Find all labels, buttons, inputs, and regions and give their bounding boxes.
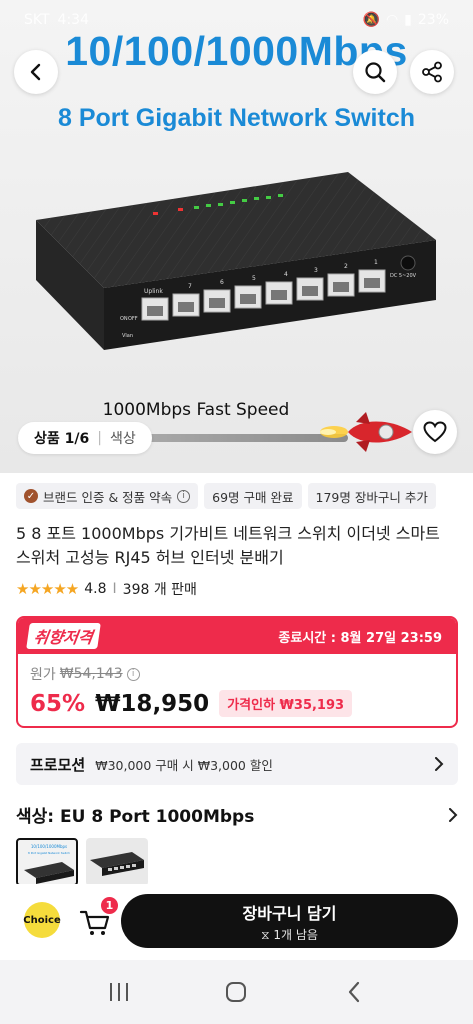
svg-text:1: 1 xyxy=(374,259,378,266)
original-price-row: 원가 ₩54,143 i xyxy=(30,664,444,684)
promotion-row[interactable]: 프로모션 ₩30,000 구매 시 ₩3,000 할인 xyxy=(16,743,458,785)
svg-text:4: 4 xyxy=(284,271,288,278)
star-rating-icon: ★★★★★ xyxy=(16,580,79,598)
original-price-label: 원가 xyxy=(30,667,56,683)
rating-separator: I xyxy=(112,581,117,597)
back-button[interactable] xyxy=(14,50,58,94)
brand-tag-label: 브랜드 인증 & 정품 약속 xyxy=(43,489,173,505)
promotion-label: 프로모션 xyxy=(30,755,86,774)
home-icon xyxy=(226,982,247,1002)
svg-text:5: 5 xyxy=(252,275,256,282)
add-to-cart-label: 장바구니 담기 xyxy=(242,903,337,923)
rating-row[interactable]: ★★★★★ 4.8 I 398 개 판매 xyxy=(16,579,197,599)
svg-text:Uplink: Uplink xyxy=(144,288,163,295)
search-icon xyxy=(365,62,386,83)
price-drop-badge: 가격인하 ₩35,193 xyxy=(219,690,353,717)
product-image[interactable]: SKT 4:34 🔕 ◠ ▮ 23% 10/100/1000Mbps 8 Por… xyxy=(0,0,473,473)
deal-badge: 취향저격 xyxy=(26,623,101,649)
wifi-icon: ◠ xyxy=(385,12,399,28)
deal-header: 취향저격 종료시간 : 8월 27일 23:59 xyxy=(18,618,456,654)
deal-end-time: 종료시간 : 8월 27일 23:59 xyxy=(278,630,442,646)
cart-count-label: 179명 장바구니 추가 xyxy=(315,489,428,505)
carrier: SKT xyxy=(24,12,50,28)
svg-text:OFF: OFF xyxy=(128,316,138,322)
share-icon xyxy=(422,61,442,83)
battery-level: 23% xyxy=(417,12,449,28)
mute-icon: 🔕 xyxy=(362,12,380,28)
color-option-1[interactable]: 10/100/1000Mbps 8 Port Gigabit Network S… xyxy=(16,838,78,886)
cart-badge: 1 xyxy=(100,896,119,915)
system-back-button[interactable] xyxy=(334,972,374,1012)
choice-badge[interactable]: Choice xyxy=(23,902,61,938)
home-button[interactable] xyxy=(216,972,256,1012)
color-label: 색상: EU 8 Port 1000Mbps xyxy=(16,807,255,827)
stock-remaining: ⧖ 1개 남음 xyxy=(261,927,318,942)
banner-subtitle: 8 Port Gigabit Network Switch xyxy=(58,104,415,132)
color-selector[interactable]: 색상: EU 8 Port 1000Mbps xyxy=(16,802,458,827)
rocket-icon xyxy=(320,412,412,452)
chevron-left-icon xyxy=(30,63,41,81)
recent-apps-icon xyxy=(109,983,128,1001)
cart-count-tag: 179명 장바구니 추가 xyxy=(307,483,436,509)
wishlist-button[interactable] xyxy=(413,410,457,454)
switch-thumbnail: 10/100/1000Mbps 8 Port Gigabit Network S… xyxy=(24,844,74,884)
info-icon[interactable]: i xyxy=(126,667,140,681)
svg-text:7: 7 xyxy=(188,283,192,290)
color-options: 10/100/1000Mbps 8 Port Gigabit Network S… xyxy=(16,838,148,886)
bottom-action-bar: Choice 1 장바구니 담기 ⧖ 1개 남음 xyxy=(0,884,473,960)
purchased-count-tag: 69명 구매 완료 xyxy=(204,483,302,509)
sale-price: ₩18,950 xyxy=(95,690,210,717)
chevron-right-icon xyxy=(449,807,458,822)
purchased-count-label: 69명 구매 완료 xyxy=(212,489,294,505)
pager-value: 색상 xyxy=(109,431,136,447)
promotion-text: ₩30,000 구매 시 ₩3,000 할인 xyxy=(95,757,273,773)
switch-illustration: Uplink DC 5~20V ON OFF Vlan 7 6 5 4 3 2 … xyxy=(36,172,436,350)
product-tags: ✓ 브랜드 인증 & 정품 약속 i 69명 구매 완료 179명 장바구니 추… xyxy=(16,483,436,509)
image-pager[interactable]: 상품 1/6 | 색상 xyxy=(18,422,152,454)
svg-text:ON: ON xyxy=(120,316,128,322)
svg-text:3: 3 xyxy=(314,267,318,274)
hourglass-icon: ⧖ xyxy=(261,927,270,942)
back-arrow-icon xyxy=(349,981,360,1003)
brand-certified-tag[interactable]: ✓ 브랜드 인증 & 정품 약속 i xyxy=(16,483,199,509)
system-nav-bar xyxy=(0,960,473,1024)
rating-value: 4.8 xyxy=(84,581,107,597)
svg-text:2: 2 xyxy=(344,263,348,270)
svg-text:6: 6 xyxy=(220,279,224,286)
share-button[interactable] xyxy=(410,50,454,94)
deal-box: 취향저격 종료시간 : 8월 27일 23:59 원가 ₩54,143 i 65… xyxy=(16,616,458,728)
pager-separator: | xyxy=(97,430,102,446)
heart-icon xyxy=(423,421,447,443)
info-icon: i xyxy=(177,489,191,503)
switch-thumbnail xyxy=(90,852,144,876)
svg-text:DC 5~20V: DC 5~20V xyxy=(390,273,417,279)
product-title: 5 8 포트 1000Mbps 기가비트 네트워크 스위치 이더넷 스마트 스위… xyxy=(16,524,440,567)
chevron-right-icon xyxy=(435,757,444,771)
original-price: ₩54,143 xyxy=(59,666,123,682)
check-icon: ✓ xyxy=(24,489,38,503)
svg-text:8 Port Gigabit Network Switch: 8 Port Gigabit Network Switch xyxy=(28,851,70,855)
discount-percent: 65% xyxy=(30,690,86,717)
pager-label: 상품 1/6 xyxy=(34,431,90,447)
sold-count: 398 개 판매 xyxy=(122,582,197,598)
color-option-2[interactable] xyxy=(86,838,148,886)
svg-text:10/100/1000Mbps: 10/100/1000Mbps xyxy=(31,844,67,849)
svg-text:Vlan: Vlan xyxy=(122,333,133,339)
status-bar: SKT 4:34 🔕 ◠ ▮ 23% xyxy=(0,0,473,40)
search-button[interactable] xyxy=(353,50,397,94)
add-to-cart-button[interactable]: 장바구니 담기 ⧖ 1개 남음 xyxy=(121,894,458,948)
signal-icon: ▮ xyxy=(404,12,412,28)
clock: 4:34 xyxy=(57,12,89,28)
recent-apps-button[interactable] xyxy=(99,972,139,1012)
